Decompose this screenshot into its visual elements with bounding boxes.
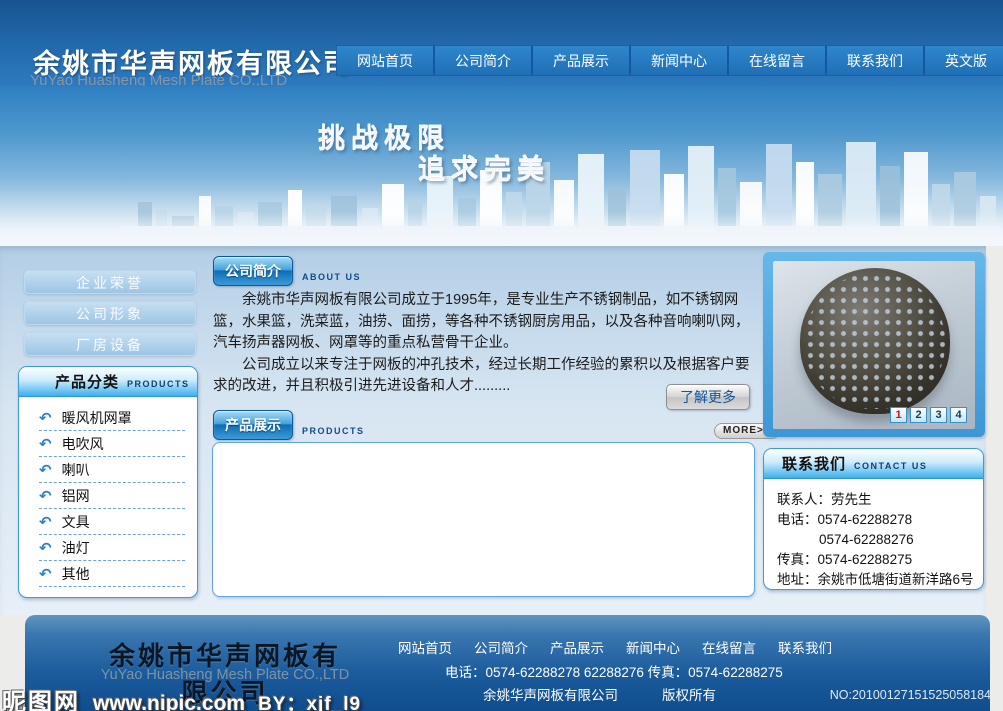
main-nav: 网站首页 公司简介 产品展示 新闻中心 在线留言 联系我们 英文版 — [336, 45, 1003, 76]
footer-nav-guestbook[interactable]: 在线留言 — [702, 637, 756, 657]
footer-copyright: 余姚华声网板有限公司 版权所有 — [483, 684, 716, 704]
contact-person: 联系人：劳先生 — [777, 490, 975, 510]
category-item-label: 喇叭 — [62, 460, 90, 480]
footer-nav-contact[interactable]: 联系我们 — [778, 637, 832, 657]
contact-phone-1: 电话：0574-62288278 — [777, 510, 975, 530]
learn-more-button[interactable]: 了解更多 — [666, 384, 750, 410]
category-item-label: 铝网 — [62, 486, 90, 506]
footer-copyright-company: 余姚华声网板有限公司 — [483, 684, 618, 704]
category-item-label: 其他 — [62, 564, 90, 584]
category-arrow-icon: ↶ — [39, 539, 52, 557]
contact-phone-2: 0574-62288276 — [777, 530, 975, 550]
content-area: 企业荣誉 公司形象 厂房设备 产品分类 PRODUCTS ↶ 暖风机网罩 ↶ 电… — [0, 246, 986, 615]
products-section-header: 产品展示 PRODUCTS — [213, 410, 365, 440]
nav-item-home[interactable]: 网站首页 — [337, 46, 435, 75]
category-item[interactable]: ↶ 油灯 — [39, 535, 185, 561]
sidebar-button-honors[interactable]: 企业荣誉 — [24, 270, 196, 294]
category-arrow-icon: ↶ — [39, 513, 52, 531]
category-item-label: 电吹风 — [62, 434, 104, 454]
category-item[interactable]: ↶ 暖风机网罩 — [39, 405, 185, 431]
about-text: 余姚市华声网板有限公司成立于1995年，是专业生产不锈钢制品，如不锈钢网篮，水果… — [213, 290, 757, 398]
category-arrow-icon: ↶ — [39, 461, 52, 479]
nav-item-about[interactable]: 公司简介 — [435, 46, 533, 75]
footer-company-name-en: YuYao Huasheng Mesh Plate CO.,LTD — [95, 667, 355, 683]
sidebar-button-image[interactable]: 公司形象 — [24, 301, 196, 325]
contact-panel-title: 联系我们 — [782, 453, 846, 474]
products-subtitle: PRODUCTS — [302, 426, 365, 440]
watermark-serial-number: NO:20100127151525058184 — [830, 688, 991, 702]
category-item[interactable]: ↶ 电吹风 — [39, 431, 185, 457]
watermark-author: BY：xjf_l9 — [258, 689, 361, 711]
contact-info: 联系人：劳先生 电话：0574-62288278 0574-62288276 传… — [764, 479, 983, 590]
category-arrow-icon: ↶ — [39, 409, 52, 427]
category-arrow-icon: ↶ — [39, 435, 52, 453]
gallery-pagination: 1 2 3 4 — [890, 407, 967, 423]
watermark-site-name: 昵图网 — [2, 682, 80, 711]
category-item-label: 油灯 — [62, 538, 90, 558]
category-item[interactable]: ↶ 铝网 — [39, 483, 185, 509]
category-arrow-icon: ↶ — [39, 487, 52, 505]
nipic-watermark: 昵图网 www.nipic.com BY：xjf_l9 — [2, 682, 361, 711]
footer-phone-line: 电话：0574-62288278 62288276 传真：0574-622882… — [445, 661, 783, 681]
nav-item-english[interactable]: 英文版 — [925, 46, 1003, 75]
watermark-site-url: www.nipic.com — [93, 692, 245, 711]
banner-slogan-2: 追求完美 — [418, 147, 550, 186]
category-list: ↶ 暖风机网罩 ↶ 电吹风 ↶ 喇叭 ↶ 铝网 ↶ 文具 ↶ 油灯 — [19, 397, 197, 587]
hero-banner: 挑战极限 追求完美 — [0, 86, 1003, 246]
about-title-button[interactable]: 公司简介 — [213, 256, 293, 286]
product-gallery-image[interactable]: 1 2 3 4 — [773, 261, 975, 429]
mesh-dome-product-image — [800, 268, 950, 414]
contact-panel-subtitle: CONTACT US — [854, 457, 927, 471]
footer-nav: 网站首页 公司简介 产品展示 新闻中心 在线留言 联系我们 — [398, 637, 832, 657]
products-display-box — [212, 442, 755, 597]
nav-item-products[interactable]: 产品展示 — [533, 46, 631, 75]
footer-nav-news[interactable]: 新闻中心 — [626, 637, 680, 657]
nav-item-contact[interactable]: 联系我们 — [827, 46, 925, 75]
contact-panel-header: 联系我们 CONTACT US — [764, 449, 983, 479]
banner-fade — [0, 212, 1003, 246]
category-arrow-icon: ↶ — [39, 565, 52, 583]
contact-address: 地址：余姚市低塘街道新洋路6号 — [777, 570, 975, 590]
gallery-page-2[interactable]: 2 — [910, 407, 927, 423]
category-item[interactable]: ↶ 喇叭 — [39, 457, 185, 483]
category-item-label: 暖风机网罩 — [62, 408, 132, 428]
gallery-page-4[interactable]: 4 — [950, 407, 967, 423]
nav-item-guestbook[interactable]: 在线留言 — [729, 46, 827, 75]
category-panel-header: 产品分类 PRODUCTS — [19, 367, 197, 397]
category-item-label: 文具 — [62, 512, 90, 532]
sidebar-button-factory[interactable]: 厂房设备 — [24, 332, 196, 356]
footer-nav-products[interactable]: 产品展示 — [550, 637, 604, 657]
gallery-page-1[interactable]: 1 — [890, 407, 907, 423]
nav-item-news[interactable]: 新闻中心 — [631, 46, 729, 75]
page: 余姚市华声网板有限公司 YuYao Huasheng Mesh Plate CO… — [0, 0, 1003, 711]
about-section-header: 公司简介 ABOUT US — [213, 256, 361, 286]
footer-nav-home[interactable]: 网站首页 — [398, 637, 452, 657]
category-item[interactable]: ↶ 其他 — [39, 561, 185, 587]
contact-fax: 传真：0574-62288275 — [777, 550, 975, 570]
category-item[interactable]: ↶ 文具 — [39, 509, 185, 535]
products-title-button[interactable]: 产品展示 — [213, 410, 293, 440]
site-header: 余姚市华声网板有限公司 YuYao Huasheng Mesh Plate CO… — [0, 0, 1003, 86]
category-panel-subtitle: PRODUCTS — [127, 375, 190, 389]
about-paragraph-1: 余姚市华声网板有限公司成立于1995年，是专业生产不锈钢制品，如不锈钢网篮，水果… — [213, 290, 757, 355]
product-category-panel: 产品分类 PRODUCTS ↶ 暖风机网罩 ↶ 电吹风 ↶ 喇叭 ↶ 铝网 ↶ — [18, 366, 198, 598]
about-subtitle: ABOUT US — [302, 272, 361, 286]
category-panel-title: 产品分类 — [55, 371, 119, 392]
footer-nav-about[interactable]: 公司简介 — [474, 637, 528, 657]
contact-panel: 联系我们 CONTACT US 联系人：劳先生 电话：0574-62288278… — [763, 448, 984, 590]
gallery-page-3[interactable]: 3 — [930, 407, 947, 423]
product-gallery-panel: 1 2 3 4 — [763, 252, 985, 437]
footer-copyright-label: 版权所有 — [662, 684, 716, 704]
